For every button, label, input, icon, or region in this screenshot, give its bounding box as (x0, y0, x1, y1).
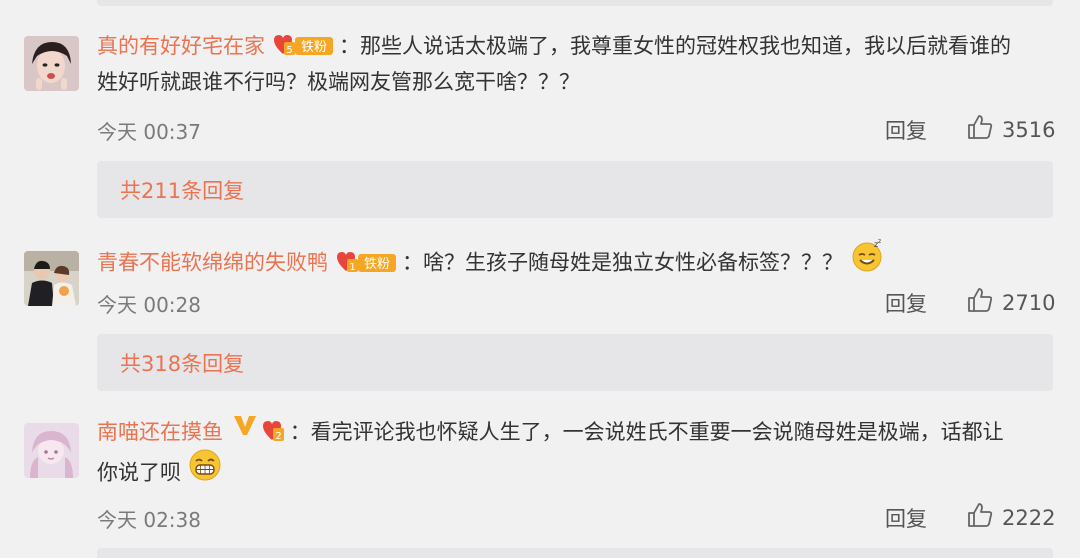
comment-text: 青春不能软绵绵的失败鸭 1 铁粉 ：啥？生孩子随母姓是独立女性必备标签？？？ z… (97, 238, 1057, 286)
svg-text:2: 2 (275, 431, 281, 442)
comment-content: ：看完评论我也怀疑人生了，一会说姓氏不重要一会说随母姓是极端，话都让 (289, 420, 1004, 444)
like-count: 2222 (1002, 505, 1056, 530)
fan-badge[interactable]: 1 铁粉 (334, 250, 398, 274)
replies-count-link[interactable]: 共211条回复 (120, 175, 244, 205)
replies-summary-box[interactable]: 共318条回复 (97, 334, 1053, 391)
replies-summary-box[interactable] (97, 548, 1053, 558)
username-link[interactable]: 青春不能软绵绵的失败鸭 (97, 251, 328, 275)
like-count: 3516 (1002, 117, 1056, 142)
previous-reply-box (97, 0, 1053, 6)
comment-text: 真的有好好宅在家 5 铁粉 ：那些人说话太极端了，我尊重女性的冠姓权我也知道，我… (97, 28, 1057, 100)
sleepy-smile-emoji-icon: z z (850, 238, 884, 283)
comment-time: 今天 00:28 (97, 293, 201, 317)
comment-time: 今天 02:38 (97, 508, 201, 532)
like-count: 2710 (1002, 290, 1056, 315)
replies-count-link[interactable]: 共318条回复 (120, 348, 244, 378)
comment-time: 今天 00:37 (97, 120, 201, 144)
avatar[interactable] (24, 36, 79, 91)
svg-text:铁粉: 铁粉 (301, 40, 327, 55)
comment-content-cont: 姓好听就跟谁不行吗？极端网友管那么宽干啥？？？ (97, 70, 580, 94)
reply-button[interactable]: 回复 (885, 503, 927, 533)
avatar[interactable] (24, 251, 79, 306)
fan-badge[interactable]: 5 铁粉 (271, 33, 335, 57)
comment-content: ：那些人说话太极端了，我尊重女性的冠姓权我也知道，我以后就看谁的 (339, 34, 1011, 58)
grin-emoji-icon (188, 448, 222, 493)
reply-button[interactable]: 回复 (885, 115, 927, 145)
comment-text: 南喵还在摸鱼 2 ：看完评论我也怀疑人生了，一会说姓氏不重要一会说随母姓是极端，… (97, 414, 1057, 496)
fan-badge[interactable]: 2 (260, 419, 286, 443)
reply-button[interactable]: 回复 (885, 288, 927, 318)
like-button[interactable]: 2222 (966, 501, 1055, 534)
thumbs-up-icon (966, 113, 994, 146)
thumbs-up-icon (966, 501, 994, 534)
svg-text:z: z (878, 238, 881, 245)
username-link[interactable]: 真的有好好宅在家 (97, 34, 265, 58)
replies-summary-box[interactable]: 共211条回复 (97, 161, 1053, 218)
verified-v-icon (232, 412, 258, 448)
comment-content: ：啥？生孩子随母姓是独立女性必备标签？？？ (402, 250, 843, 275)
svg-text:5: 5 (286, 45, 292, 56)
like-button[interactable]: 3516 (966, 113, 1055, 146)
avatar[interactable] (24, 423, 79, 478)
comment-content-cont: 你说了呗 (97, 460, 181, 485)
like-button[interactable]: 2710 (966, 286, 1055, 319)
thumbs-up-icon (966, 286, 994, 319)
svg-text:1: 1 (349, 262, 355, 273)
svg-text:铁粉: 铁粉 (364, 257, 390, 272)
username-link[interactable]: 南喵还在摸鱼 (97, 420, 223, 444)
